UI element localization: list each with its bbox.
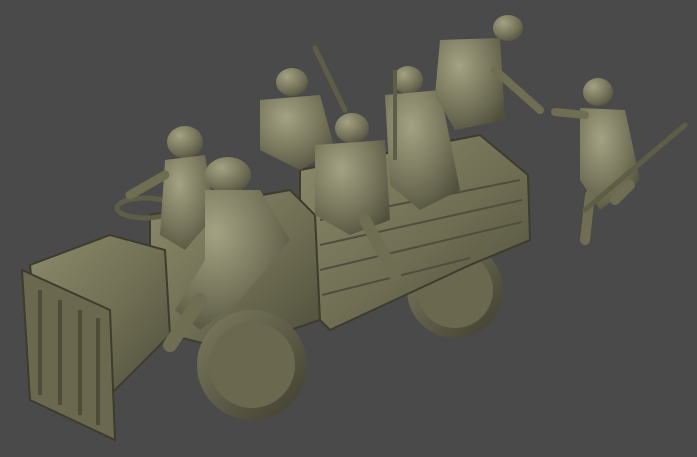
front-wheel bbox=[197, 310, 307, 420]
scene-canvas bbox=[0, 0, 697, 457]
